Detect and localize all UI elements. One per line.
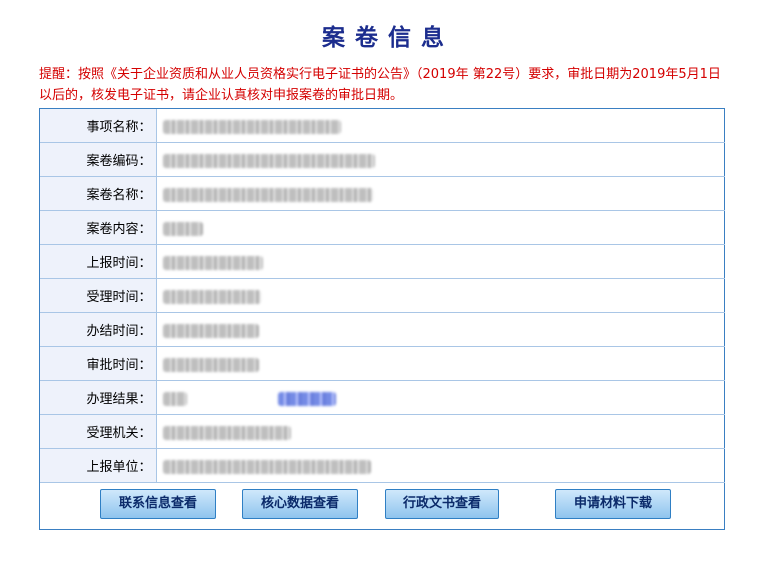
result-link[interactable]	[277, 391, 336, 406]
action-button-row: 联系信息查看 核心数据查看 行政文书查看 申请材料下载	[40, 489, 726, 519]
label-finish-time: 办结时间：	[40, 312, 157, 347]
value-finish-time	[156, 312, 725, 347]
value-report-unit	[156, 448, 725, 483]
label-accept-time: 受理时间：	[40, 278, 157, 313]
table-row: 办理结果：	[40, 380, 725, 415]
value-accept-time	[156, 278, 725, 313]
table-row: 受理机关：	[40, 414, 725, 449]
redacted-value	[162, 119, 341, 134]
table-row: 案卷内容：	[40, 210, 725, 245]
redacted-value	[162, 425, 291, 440]
value-item-name	[156, 109, 725, 143]
label-result: 办理结果：	[40, 380, 157, 415]
admin-document-button[interactable]: 行政文书查看	[385, 489, 499, 519]
table-row: 案卷名称：	[40, 176, 725, 211]
table-row: 审批时间：	[40, 346, 725, 381]
page-title: 案卷信息	[322, 24, 454, 51]
value-approve-time	[156, 346, 725, 381]
redacted-value	[162, 357, 259, 372]
redacted-value	[162, 153, 375, 168]
table-row: 上报时间：	[40, 244, 725, 279]
value-case-name	[156, 176, 725, 211]
table-row: 办结时间：	[40, 312, 725, 347]
table-row: 事项名称：	[40, 109, 725, 143]
case-info-panel: 事项名称： 案卷编码： 案卷名称： 案卷内容： 上报时间： 受理时间： 办结时间…	[39, 108, 725, 530]
table-row: 案卷编码：	[40, 142, 725, 177]
redacted-value	[162, 221, 203, 236]
label-case-content: 案卷内容：	[40, 210, 157, 245]
label-approve-time: 审批时间：	[40, 346, 157, 381]
value-case-content	[156, 210, 725, 245]
label-case-code: 案卷编码：	[40, 142, 157, 177]
label-item-name: 事项名称：	[40, 109, 157, 143]
redacted-value	[162, 323, 259, 338]
redacted-value	[162, 187, 373, 202]
value-result	[156, 380, 725, 415]
table-row: 上报单位：	[40, 448, 725, 483]
contact-info-button[interactable]: 联系信息查看	[100, 489, 216, 519]
case-info-table: 事项名称： 案卷编码： 案卷名称： 案卷内容： 上报时间： 受理时间： 办结时间…	[40, 109, 725, 483]
value-report-time	[156, 244, 725, 279]
notice-text: 提醒：按照《关于企业资质和从业人员资格实行电子证书的公告》（2019年 第22号…	[39, 67, 721, 103]
core-data-button[interactable]: 核心数据查看	[242, 489, 358, 519]
value-accept-org	[156, 414, 725, 449]
material-download-button[interactable]: 申请材料下载	[555, 489, 671, 519]
label-case-name: 案卷名称：	[40, 176, 157, 211]
redacted-value	[162, 289, 261, 304]
label-accept-org: 受理机关：	[40, 414, 157, 449]
table-row: 受理时间：	[40, 278, 725, 313]
label-report-unit: 上报单位：	[40, 448, 157, 483]
value-case-code	[156, 142, 725, 177]
redacted-value	[162, 255, 263, 270]
redacted-value	[162, 391, 187, 406]
redacted-value	[162, 459, 371, 474]
label-report-time: 上报时间：	[40, 244, 157, 279]
